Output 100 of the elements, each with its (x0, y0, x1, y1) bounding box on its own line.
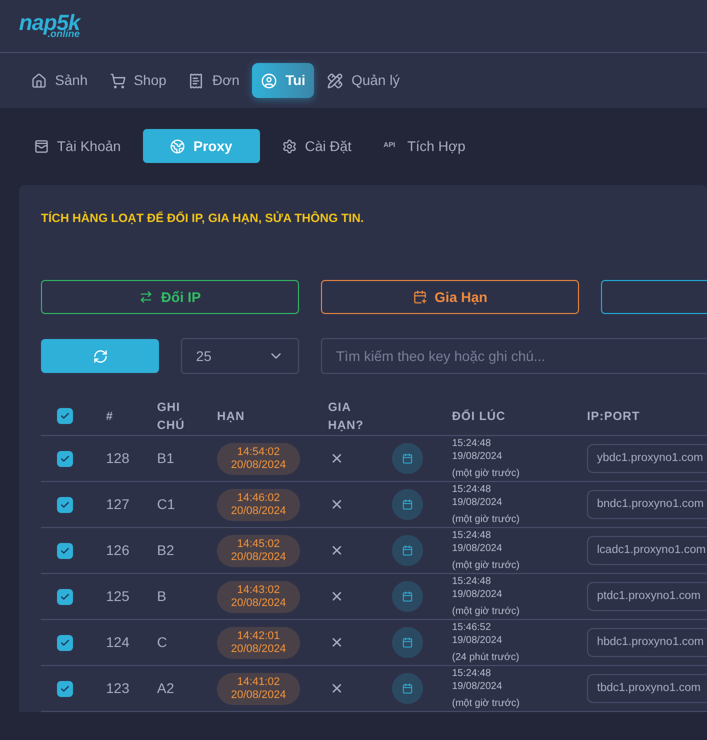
table-cell-text: B1 (157, 449, 176, 468)
changed-date: 19/08/2024 (452, 680, 504, 693)
globe-icon (170, 138, 186, 154)
column-header: HẠN (217, 408, 246, 424)
changed-time: 15:24:48 (452, 667, 492, 680)
table-cell-text: 127 (106, 495, 130, 514)
renew-status: × (330, 678, 344, 698)
expiry-badge: 14:43:02 20/08/2024 (217, 580, 300, 612)
expiry-badge: 14:45:02 20/08/2024 (217, 534, 300, 566)
changed-date: 19/08/2024 (452, 588, 504, 601)
checkbox[interactable] (57, 450, 73, 466)
refresh-icon (92, 348, 108, 364)
calendar-button[interactable] (392, 443, 423, 474)
checkbox[interactable] (57, 408, 73, 424)
changed-time: 15:24:48 (452, 483, 492, 496)
expiry-badge: 14:54:02 20/08/2024 (217, 442, 300, 474)
calendar-icon (402, 591, 413, 602)
changed-time: 15:24:48 (452, 529, 492, 542)
calendar-icon (402, 683, 413, 694)
changed-ago: (một giờ trước) (452, 605, 521, 618)
sub-tab[interactable]: Cài Đặt (272, 129, 362, 163)
column-header: # (106, 408, 114, 424)
checkbox[interactable] (57, 680, 73, 696)
logo[interactable]: nap5k .online (19, 12, 80, 40)
renew-status: × (330, 540, 344, 560)
calendar-button[interactable] (392, 673, 423, 704)
nav-tab[interactable]: Đơn (179, 63, 248, 98)
ip-field[interactable]: tbdc1.proxyno1.com (587, 674, 707, 703)
calendar-icon (402, 637, 413, 648)
changed-date: 19/08/2024 (452, 450, 504, 463)
calendar-icon (402, 453, 413, 464)
ip-field[interactable]: ybdc1.proxyno1.com (587, 444, 707, 473)
ip-field[interactable]: bndc1.proxyno1.com (587, 490, 707, 519)
action-button[interactable]: Đổi IP (41, 280, 299, 314)
action-button[interactable]: Gia Hạn (321, 280, 579, 314)
renew-status: × (330, 632, 344, 652)
check-icon (60, 592, 70, 602)
changed-ago: (một giờ trước) (452, 513, 521, 526)
changed-time: 15:24:48 (452, 437, 492, 450)
calendar-plus-icon (412, 290, 427, 304)
checkbox[interactable] (57, 496, 73, 512)
wallet-icon (34, 138, 49, 154)
changed-time: 15:24:48 (452, 575, 492, 588)
table-cell-text: 124 (106, 633, 130, 652)
expiry-badge: 14:41:02 20/08/2024 (217, 672, 300, 704)
renew-status: × (330, 494, 344, 514)
table-cell-text: C1 (157, 495, 176, 514)
nav-tab[interactable]: Shop (100, 63, 176, 98)
calendar-icon (402, 545, 413, 556)
nav-tab[interactable]: Sảnh (22, 63, 97, 98)
home-icon (31, 72, 47, 88)
check-icon (60, 500, 70, 510)
receipt-icon (188, 72, 204, 88)
search-field[interactable]: Tìm kiếm theo key hoặc ghi chú... (321, 338, 707, 374)
check-icon (60, 684, 70, 694)
page-size-select[interactable]: 25 (181, 338, 299, 374)
cart-icon (110, 72, 126, 88)
table-cell-text: 126 (106, 541, 130, 560)
sub-tab[interactable]: Tài Khoản (24, 129, 131, 163)
check-icon (60, 454, 70, 464)
calendar-button[interactable] (392, 535, 423, 566)
ip-field[interactable]: hbdc1.proxyno1.com (587, 628, 707, 657)
table-cell-text: 125 (106, 587, 130, 606)
changed-ago: (một giờ trước) (452, 697, 521, 710)
check-icon (60, 638, 70, 648)
table-cell-text: A2 (157, 679, 176, 698)
table-cell-text: B (157, 587, 168, 606)
ip-field[interactable]: ptdc1.proxyno1.com (587, 582, 707, 611)
calendar-button[interactable] (392, 489, 423, 520)
column-header: GHI CHÚ (157, 398, 186, 434)
settings-icon (282, 138, 297, 154)
table-cell-text: 128 (106, 449, 130, 468)
checkbox[interactable] (57, 588, 73, 604)
nav-tab[interactable]: Tui (252, 63, 314, 98)
calendar-button[interactable] (392, 581, 423, 612)
swap-arrows-icon (139, 290, 154, 304)
changed-ago: (24 phút trước) (452, 651, 520, 664)
user-icon (261, 72, 278, 88)
ip-field[interactable]: lcadc1.proxyno1.com (587, 536, 707, 565)
column-header: GIA HẠN? (328, 398, 365, 434)
table-cell-text: C (157, 633, 168, 652)
tools-icon (327, 72, 344, 88)
column-header: ĐỔI LÚC (452, 408, 507, 424)
changed-time: 15:46:52 (452, 621, 492, 634)
checkbox[interactable] (57, 542, 73, 558)
column-header: IP:PORT (587, 408, 640, 424)
calendar-button[interactable] (392, 627, 423, 658)
checkbox[interactable] (57, 634, 73, 650)
action-button[interactable] (601, 280, 707, 314)
expiry-badge: 14:46:02 20/08/2024 (217, 488, 300, 520)
calendar-icon (402, 499, 413, 510)
check-icon (60, 546, 70, 556)
expiry-badge: 14:42:01 20/08/2024 (217, 626, 300, 658)
table-cell-text: 123 (106, 679, 130, 698)
changed-date: 19/08/2024 (452, 542, 504, 555)
changed-ago: (một giờ trước) (452, 467, 521, 480)
table-cell-text: B2 (157, 541, 176, 560)
renew-status: × (330, 448, 344, 468)
nav-tab[interactable]: Quản lý (318, 63, 409, 98)
changed-date: 19/08/2024 (452, 496, 504, 509)
